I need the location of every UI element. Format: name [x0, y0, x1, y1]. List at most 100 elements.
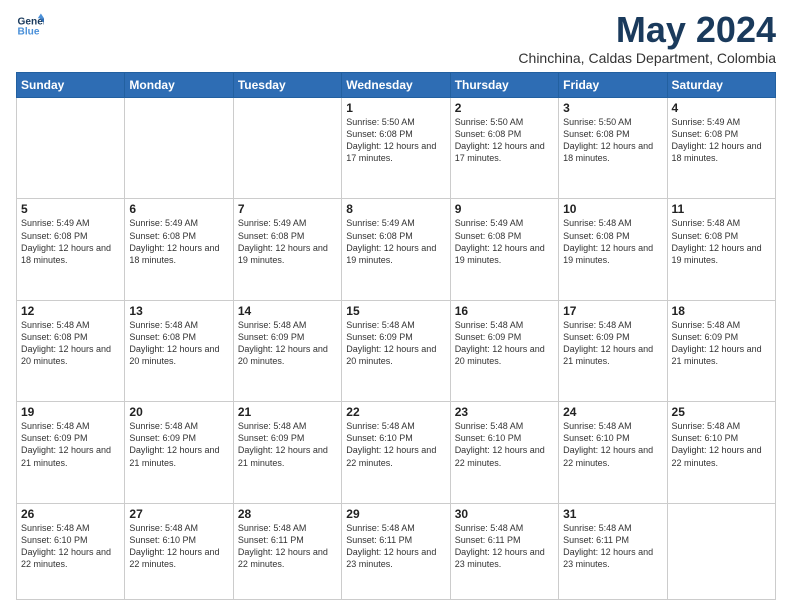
- day-cell: 22Sunrise: 5:48 AM Sunset: 6:10 PM Dayli…: [342, 402, 450, 503]
- day-number: 26: [21, 507, 120, 521]
- day-info: Sunrise: 5:48 AM Sunset: 6:09 PM Dayligh…: [21, 420, 120, 469]
- week-row-3: 19Sunrise: 5:48 AM Sunset: 6:09 PM Dayli…: [17, 402, 776, 503]
- day-info: Sunrise: 5:48 AM Sunset: 6:11 PM Dayligh…: [238, 522, 337, 571]
- day-info: Sunrise: 5:48 AM Sunset: 6:10 PM Dayligh…: [346, 420, 445, 469]
- day-number: 27: [129, 507, 228, 521]
- col-friday: Friday: [559, 73, 667, 98]
- header: General Blue May 2024 Chinchina, Caldas …: [16, 12, 776, 66]
- day-info: Sunrise: 5:48 AM Sunset: 6:10 PM Dayligh…: [129, 522, 228, 571]
- day-info: Sunrise: 5:48 AM Sunset: 6:09 PM Dayligh…: [672, 319, 771, 368]
- day-cell: 28Sunrise: 5:48 AM Sunset: 6:11 PM Dayli…: [233, 503, 341, 600]
- day-info: Sunrise: 5:48 AM Sunset: 6:08 PM Dayligh…: [21, 319, 120, 368]
- day-info: Sunrise: 5:49 AM Sunset: 6:08 PM Dayligh…: [672, 116, 771, 165]
- day-cell: 2Sunrise: 5:50 AM Sunset: 6:08 PM Daylig…: [450, 98, 558, 199]
- day-number: 29: [346, 507, 445, 521]
- day-number: 23: [455, 405, 554, 419]
- day-number: 10: [563, 202, 662, 216]
- day-number: 22: [346, 405, 445, 419]
- day-number: 15: [346, 304, 445, 318]
- day-cell: 30Sunrise: 5:48 AM Sunset: 6:11 PM Dayli…: [450, 503, 558, 600]
- col-monday: Monday: [125, 73, 233, 98]
- day-cell: 29Sunrise: 5:48 AM Sunset: 6:11 PM Dayli…: [342, 503, 450, 600]
- day-number: 17: [563, 304, 662, 318]
- col-sunday: Sunday: [17, 73, 125, 98]
- day-cell: 7Sunrise: 5:49 AM Sunset: 6:08 PM Daylig…: [233, 199, 341, 300]
- day-info: Sunrise: 5:48 AM Sunset: 6:11 PM Dayligh…: [563, 522, 662, 571]
- day-number: 13: [129, 304, 228, 318]
- week-row-2: 12Sunrise: 5:48 AM Sunset: 6:08 PM Dayli…: [17, 300, 776, 401]
- day-cell: 4Sunrise: 5:49 AM Sunset: 6:08 PM Daylig…: [667, 98, 775, 199]
- day-cell: 26Sunrise: 5:48 AM Sunset: 6:10 PM Dayli…: [17, 503, 125, 600]
- day-number: 21: [238, 405, 337, 419]
- day-info: Sunrise: 5:49 AM Sunset: 6:08 PM Dayligh…: [21, 217, 120, 266]
- day-number: 16: [455, 304, 554, 318]
- day-cell: 21Sunrise: 5:48 AM Sunset: 6:09 PM Dayli…: [233, 402, 341, 503]
- day-cell: 20Sunrise: 5:48 AM Sunset: 6:09 PM Dayli…: [125, 402, 233, 503]
- logo-icon: General Blue: [16, 12, 44, 40]
- col-thursday: Thursday: [450, 73, 558, 98]
- day-info: Sunrise: 5:49 AM Sunset: 6:08 PM Dayligh…: [346, 217, 445, 266]
- day-cell: 18Sunrise: 5:48 AM Sunset: 6:09 PM Dayli…: [667, 300, 775, 401]
- day-cell: 8Sunrise: 5:49 AM Sunset: 6:08 PM Daylig…: [342, 199, 450, 300]
- day-info: Sunrise: 5:50 AM Sunset: 6:08 PM Dayligh…: [455, 116, 554, 165]
- day-number: 24: [563, 405, 662, 419]
- day-cell: 14Sunrise: 5:48 AM Sunset: 6:09 PM Dayli…: [233, 300, 341, 401]
- day-cell: 16Sunrise: 5:48 AM Sunset: 6:09 PM Dayli…: [450, 300, 558, 401]
- calendar-table: Sunday Monday Tuesday Wednesday Thursday…: [16, 72, 776, 600]
- day-cell: 25Sunrise: 5:48 AM Sunset: 6:10 PM Dayli…: [667, 402, 775, 503]
- day-number: 14: [238, 304, 337, 318]
- day-cell: [125, 98, 233, 199]
- day-number: 8: [346, 202, 445, 216]
- day-number: 18: [672, 304, 771, 318]
- svg-text:Blue: Blue: [18, 27, 40, 38]
- day-info: Sunrise: 5:48 AM Sunset: 6:09 PM Dayligh…: [563, 319, 662, 368]
- logo: General Blue: [16, 12, 44, 40]
- day-number: 2: [455, 101, 554, 115]
- day-cell: 31Sunrise: 5:48 AM Sunset: 6:11 PM Dayli…: [559, 503, 667, 600]
- day-info: Sunrise: 5:48 AM Sunset: 6:08 PM Dayligh…: [129, 319, 228, 368]
- day-info: Sunrise: 5:48 AM Sunset: 6:09 PM Dayligh…: [129, 420, 228, 469]
- subtitle: Chinchina, Caldas Department, Colombia: [518, 50, 776, 66]
- day-info: Sunrise: 5:48 AM Sunset: 6:09 PM Dayligh…: [238, 319, 337, 368]
- day-info: Sunrise: 5:48 AM Sunset: 6:10 PM Dayligh…: [455, 420, 554, 469]
- day-cell: [233, 98, 341, 199]
- header-row: Sunday Monday Tuesday Wednesday Thursday…: [17, 73, 776, 98]
- day-cell: 27Sunrise: 5:48 AM Sunset: 6:10 PM Dayli…: [125, 503, 233, 600]
- page: General Blue May 2024 Chinchina, Caldas …: [0, 0, 792, 612]
- day-number: 28: [238, 507, 337, 521]
- day-cell: 9Sunrise: 5:49 AM Sunset: 6:08 PM Daylig…: [450, 199, 558, 300]
- day-cell: 19Sunrise: 5:48 AM Sunset: 6:09 PM Dayli…: [17, 402, 125, 503]
- week-row-1: 5Sunrise: 5:49 AM Sunset: 6:08 PM Daylig…: [17, 199, 776, 300]
- day-cell: [17, 98, 125, 199]
- day-number: 30: [455, 507, 554, 521]
- day-cell: 11Sunrise: 5:48 AM Sunset: 6:08 PM Dayli…: [667, 199, 775, 300]
- day-cell: 23Sunrise: 5:48 AM Sunset: 6:10 PM Dayli…: [450, 402, 558, 503]
- day-number: 31: [563, 507, 662, 521]
- day-cell: 15Sunrise: 5:48 AM Sunset: 6:09 PM Dayli…: [342, 300, 450, 401]
- day-cell: [667, 503, 775, 600]
- day-number: 1: [346, 101, 445, 115]
- day-number: 20: [129, 405, 228, 419]
- day-number: 3: [563, 101, 662, 115]
- day-cell: 5Sunrise: 5:49 AM Sunset: 6:08 PM Daylig…: [17, 199, 125, 300]
- day-number: 25: [672, 405, 771, 419]
- day-info: Sunrise: 5:48 AM Sunset: 6:11 PM Dayligh…: [346, 522, 445, 571]
- day-number: 5: [21, 202, 120, 216]
- day-cell: 17Sunrise: 5:48 AM Sunset: 6:09 PM Dayli…: [559, 300, 667, 401]
- col-saturday: Saturday: [667, 73, 775, 98]
- day-cell: 24Sunrise: 5:48 AM Sunset: 6:10 PM Dayli…: [559, 402, 667, 503]
- day-cell: 6Sunrise: 5:49 AM Sunset: 6:08 PM Daylig…: [125, 199, 233, 300]
- day-number: 9: [455, 202, 554, 216]
- col-wednesday: Wednesday: [342, 73, 450, 98]
- day-cell: 10Sunrise: 5:48 AM Sunset: 6:08 PM Dayli…: [559, 199, 667, 300]
- week-row-4: 26Sunrise: 5:48 AM Sunset: 6:10 PM Dayli…: [17, 503, 776, 600]
- day-info: Sunrise: 5:48 AM Sunset: 6:09 PM Dayligh…: [238, 420, 337, 469]
- week-row-0: 1 Sunrise: 5:50 AM Sunset: 6:08 PM Daylig…: [17, 98, 776, 199]
- day-info: Sunrise: 5:50 AM Sunset: 6:08 PM Dayligh…: [563, 116, 662, 165]
- day-number: 11: [672, 202, 771, 216]
- main-title: May 2024: [518, 12, 776, 48]
- day-info: Sunrise: 5:49 AM Sunset: 6:08 PM Dayligh…: [129, 217, 228, 266]
- day-info: Sunrise: 5:48 AM Sunset: 6:09 PM Dayligh…: [346, 319, 445, 368]
- day-info: Sunrise: 5:48 AM Sunset: 6:10 PM Dayligh…: [21, 522, 120, 571]
- day-number: 6: [129, 202, 228, 216]
